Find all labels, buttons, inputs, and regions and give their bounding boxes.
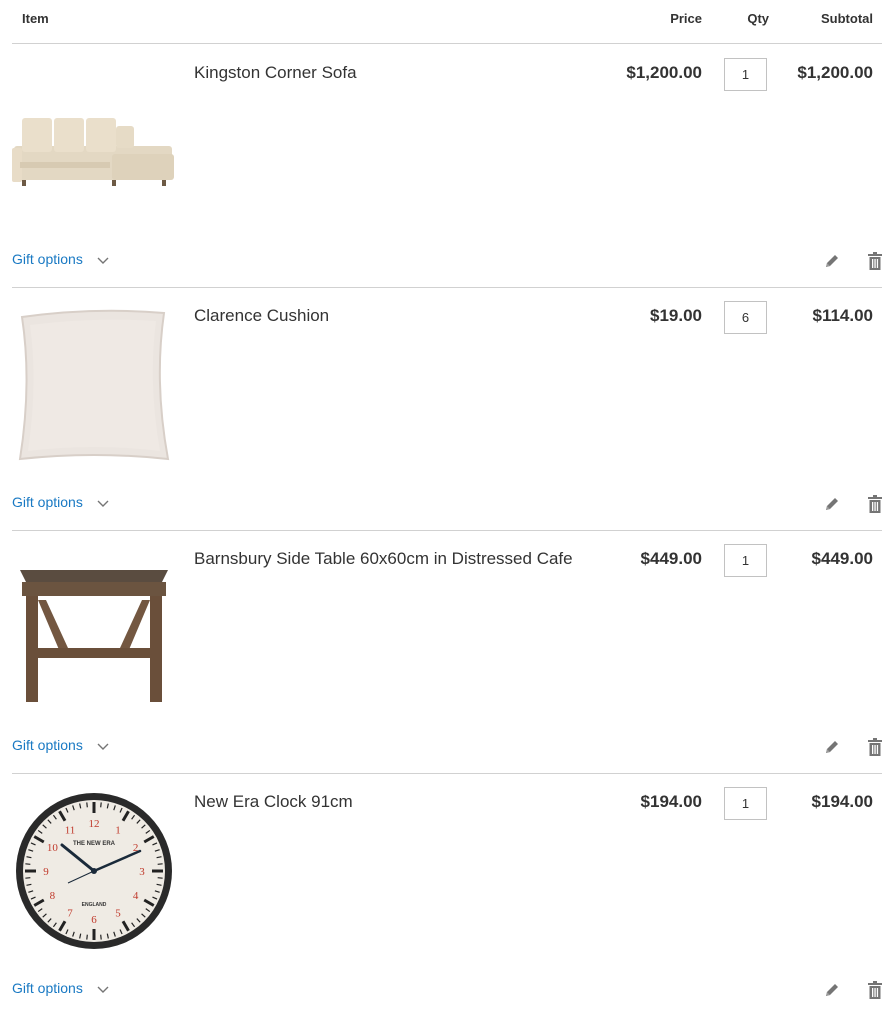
product-subtotal: $194.00 bbox=[811, 792, 873, 811]
clock-numeral: 1 bbox=[115, 824, 121, 836]
trash-icon[interactable] bbox=[868, 495, 882, 518]
chevron-down-icon bbox=[97, 252, 109, 268]
header-qty: Qty bbox=[747, 11, 769, 26]
product-subtotal: $1,200.00 bbox=[797, 63, 873, 82]
clock-numeral: 11 bbox=[65, 824, 76, 836]
trash-icon[interactable] bbox=[868, 738, 882, 761]
cart-item-row: 12 1 2 3 4 5 6 7 8 9 10 11 THE NEW ERA ENGLAND New … bbox=[12, 773, 882, 1016]
gift-options-label: Gift options bbox=[12, 737, 83, 753]
product-image-side-table[interactable] bbox=[12, 544, 176, 708]
clock-tick bbox=[86, 802, 88, 808]
clock-numeral: 9 bbox=[43, 866, 49, 878]
gift-options-toggle[interactable]: Gift options bbox=[12, 494, 109, 511]
chevron-down-icon bbox=[97, 738, 109, 754]
edit-pencil-icon[interactable] bbox=[824, 496, 840, 517]
clock-top-text: THE NEW ERA bbox=[73, 841, 116, 847]
gift-options-label: Gift options bbox=[12, 251, 83, 267]
clock-tick bbox=[100, 934, 102, 940]
product-name[interactable]: Kingston Corner Sofa bbox=[194, 63, 357, 83]
clock-tick bbox=[100, 802, 102, 808]
chevron-down-icon bbox=[97, 981, 109, 997]
header-subtotal: Subtotal bbox=[821, 11, 873, 26]
edit-pencil-icon[interactable] bbox=[824, 739, 840, 760]
clock-tick bbox=[157, 877, 163, 879]
qty-input[interactable] bbox=[724, 544, 767, 577]
clock-numeral: 12 bbox=[89, 818, 100, 830]
clock-bottom-text: ENGLAND bbox=[82, 902, 107, 908]
product-price: $449.00 bbox=[640, 549, 702, 568]
clock-tick bbox=[86, 934, 88, 940]
qty-input[interactable] bbox=[724, 787, 767, 820]
product-price: $1,200.00 bbox=[626, 63, 702, 82]
clock-tick bbox=[157, 863, 163, 865]
gift-options-toggle[interactable]: Gift options bbox=[12, 251, 109, 268]
product-price: $19.00 bbox=[650, 306, 702, 325]
item-actions bbox=[800, 981, 882, 1004]
header-price: Price bbox=[670, 11, 702, 26]
clock-numeral: 7 bbox=[67, 908, 73, 920]
clock-tick bbox=[25, 877, 31, 879]
item-actions bbox=[800, 252, 882, 275]
gift-options-label: Gift options bbox=[12, 980, 83, 996]
item-actions bbox=[800, 495, 882, 518]
product-subtotal: $449.00 bbox=[811, 549, 873, 568]
product-image-sofa[interactable] bbox=[12, 58, 176, 222]
clock-numeral: 4 bbox=[133, 890, 139, 902]
gift-options-label: Gift options bbox=[12, 494, 83, 510]
clock-numeral: 10 bbox=[47, 842, 59, 854]
clock-numeral: 3 bbox=[139, 866, 145, 878]
product-name[interactable]: New Era Clock 91cm bbox=[194, 792, 353, 812]
item-actions bbox=[800, 738, 882, 761]
trash-icon[interactable] bbox=[868, 252, 882, 275]
product-price: $194.00 bbox=[640, 792, 702, 811]
chevron-down-icon bbox=[97, 495, 109, 511]
cart-item-row: Kingston Corner Sofa $1,200.00 $1,200.00… bbox=[12, 44, 882, 288]
product-image-cushion[interactable] bbox=[12, 301, 176, 465]
cart-table-header: Item Price Qty Subtotal bbox=[12, 0, 882, 44]
trash-icon[interactable] bbox=[868, 981, 882, 1004]
header-item: Item bbox=[22, 11, 49, 26]
clock-numeral: 8 bbox=[50, 890, 56, 902]
gift-options-toggle[interactable]: Gift options bbox=[12, 737, 109, 754]
qty-input[interactable] bbox=[724, 58, 767, 91]
product-subtotal: $114.00 bbox=[812, 306, 873, 325]
clock-tick bbox=[25, 863, 31, 865]
cart-item-row: Barnsbury Side Table 60x60cm in Distress… bbox=[12, 530, 882, 774]
clock-numeral: 5 bbox=[115, 908, 121, 920]
clock-numeral: 6 bbox=[91, 914, 97, 926]
edit-pencil-icon[interactable] bbox=[824, 253, 840, 274]
product-name[interactable]: Clarence Cushion bbox=[194, 306, 329, 326]
product-name[interactable]: Barnsbury Side Table 60x60cm in Distress… bbox=[194, 549, 573, 569]
qty-input[interactable] bbox=[724, 301, 767, 334]
product-image-clock[interactable]: 12 1 2 3 4 5 6 7 8 9 10 11 THE NEW ERA ENGLAND bbox=[12, 787, 176, 951]
edit-pencil-icon[interactable] bbox=[824, 982, 840, 1003]
gift-options-toggle[interactable]: Gift options bbox=[12, 980, 109, 997]
cart-item-row: Clarence Cushion $19.00 $114.00 Gift opt… bbox=[12, 287, 882, 531]
